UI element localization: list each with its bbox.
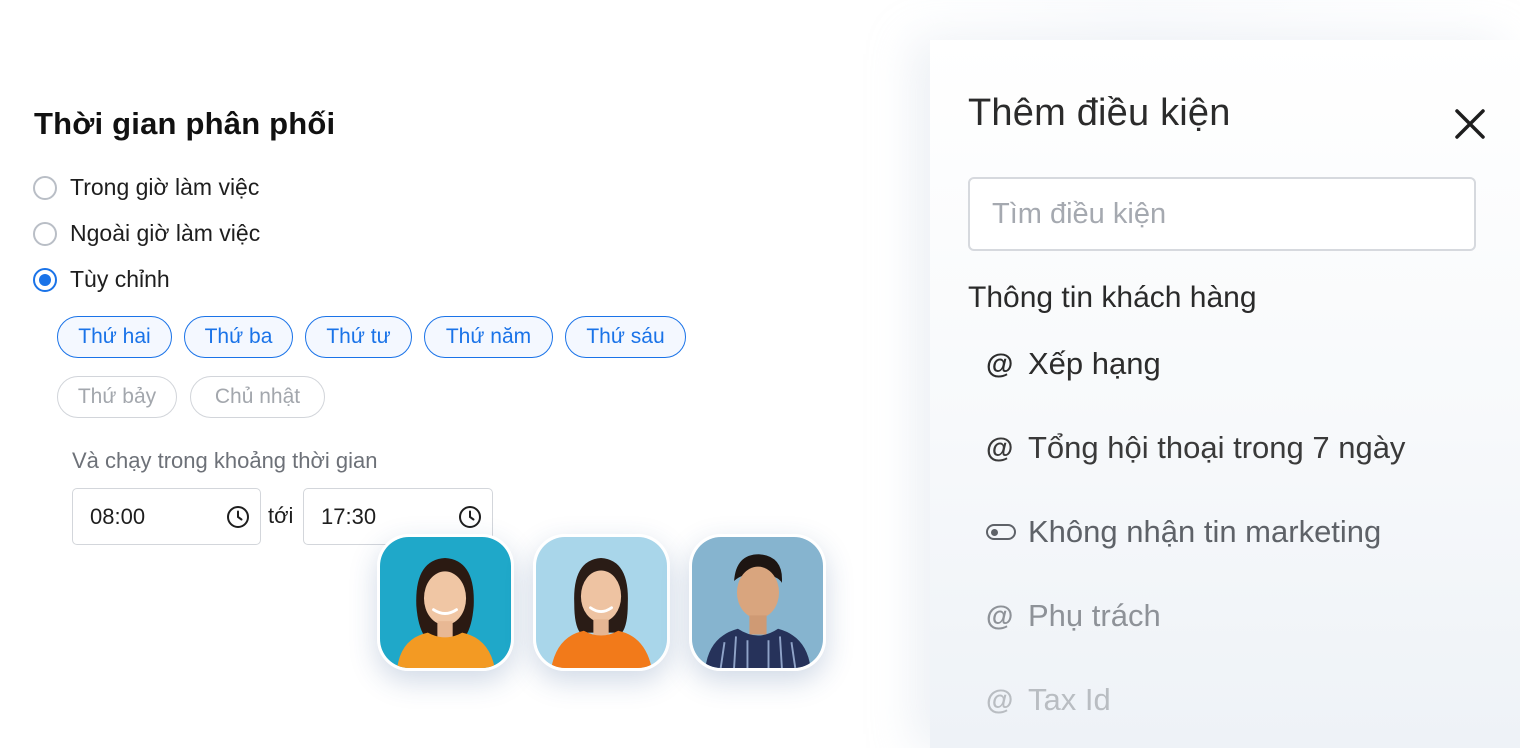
condition-item-no-marketing[interactable]: Không nhận tin marketing <box>986 514 1381 550</box>
at-icon: @ <box>986 684 1014 715</box>
condition-label: Xếp hạng <box>1028 346 1161 381</box>
radio-label: Tùy chỉnh <box>70 266 170 292</box>
radio-custom[interactable]: Tùy chỉnh <box>33 266 170 293</box>
start-time-value: 08:00 <box>90 503 146 529</box>
radio-label: Ngoài giờ làm việc <box>70 220 261 246</box>
day-chip-friday[interactable]: Thứ sáu <box>565 316 686 358</box>
condition-label: Phụ trách <box>1028 598 1161 633</box>
search-field[interactable] <box>968 177 1476 251</box>
radio-business-hours[interactable]: Trong giờ làm việc <box>33 174 259 201</box>
end-time-value: 17:30 <box>321 503 377 529</box>
condition-label: Tổng hội thoại trong 7 ngày <box>1028 430 1406 465</box>
radio-label: Trong giờ làm việc <box>70 174 260 200</box>
day-chip-tuesday[interactable]: Thứ ba <box>184 316 293 358</box>
radio-outside-hours[interactable]: Ngoài giờ làm việc <box>33 220 260 247</box>
at-icon: @ <box>986 600 1014 631</box>
panel-title: Thêm điều kiện <box>968 92 1231 134</box>
radio-circle[interactable] <box>33 175 57 200</box>
avatar-woman-1 <box>377 534 514 671</box>
at-icon: @ <box>986 432 1014 463</box>
day-chip-monday[interactable]: Thứ hai <box>57 316 172 358</box>
toggle-icon <box>986 524 1018 540</box>
condition-item-conversations-7-days[interactable]: @ Tổng hội thoại trong 7 ngày <box>986 430 1405 466</box>
condition-item-rank[interactable]: @ Xếp hạng <box>986 346 1161 382</box>
time-range-label: Và chạy trong khoảng thời gian <box>72 448 378 473</box>
clock-icon[interactable] <box>458 505 482 529</box>
at-icon: @ <box>986 348 1014 379</box>
condition-label: Tax Id <box>1028 682 1111 717</box>
condition-panel <box>930 40 1520 748</box>
avatar-woman-2 <box>533 534 670 671</box>
day-chip-saturday[interactable]: Thứ bảy <box>57 376 177 418</box>
clock-icon[interactable] <box>226 505 250 529</box>
condition-item-tax-id[interactable]: @ Tax Id <box>986 682 1111 718</box>
condition-item-assignee[interactable]: @ Phụ trách <box>986 598 1161 634</box>
day-chip-sunday[interactable]: Chủ nhật <box>190 376 325 418</box>
close-icon[interactable] <box>1452 106 1488 142</box>
day-chip-wednesday[interactable]: Thứ tư <box>305 316 412 358</box>
condition-label: Không nhận tin marketing <box>1028 514 1382 549</box>
to-label: tới <box>268 503 294 528</box>
radio-circle[interactable] <box>33 221 57 246</box>
start-time-input[interactable]: 08:00 <box>72 488 261 545</box>
avatar-man <box>689 534 826 671</box>
section-title: Thời gian phân phối <box>34 106 336 141</box>
search-input[interactable] <box>970 179 1474 249</box>
day-chip-thursday[interactable]: Thứ năm <box>424 316 553 358</box>
radio-circle-checked[interactable] <box>33 267 57 292</box>
group-title: Thông tin khách hàng <box>968 281 1257 314</box>
